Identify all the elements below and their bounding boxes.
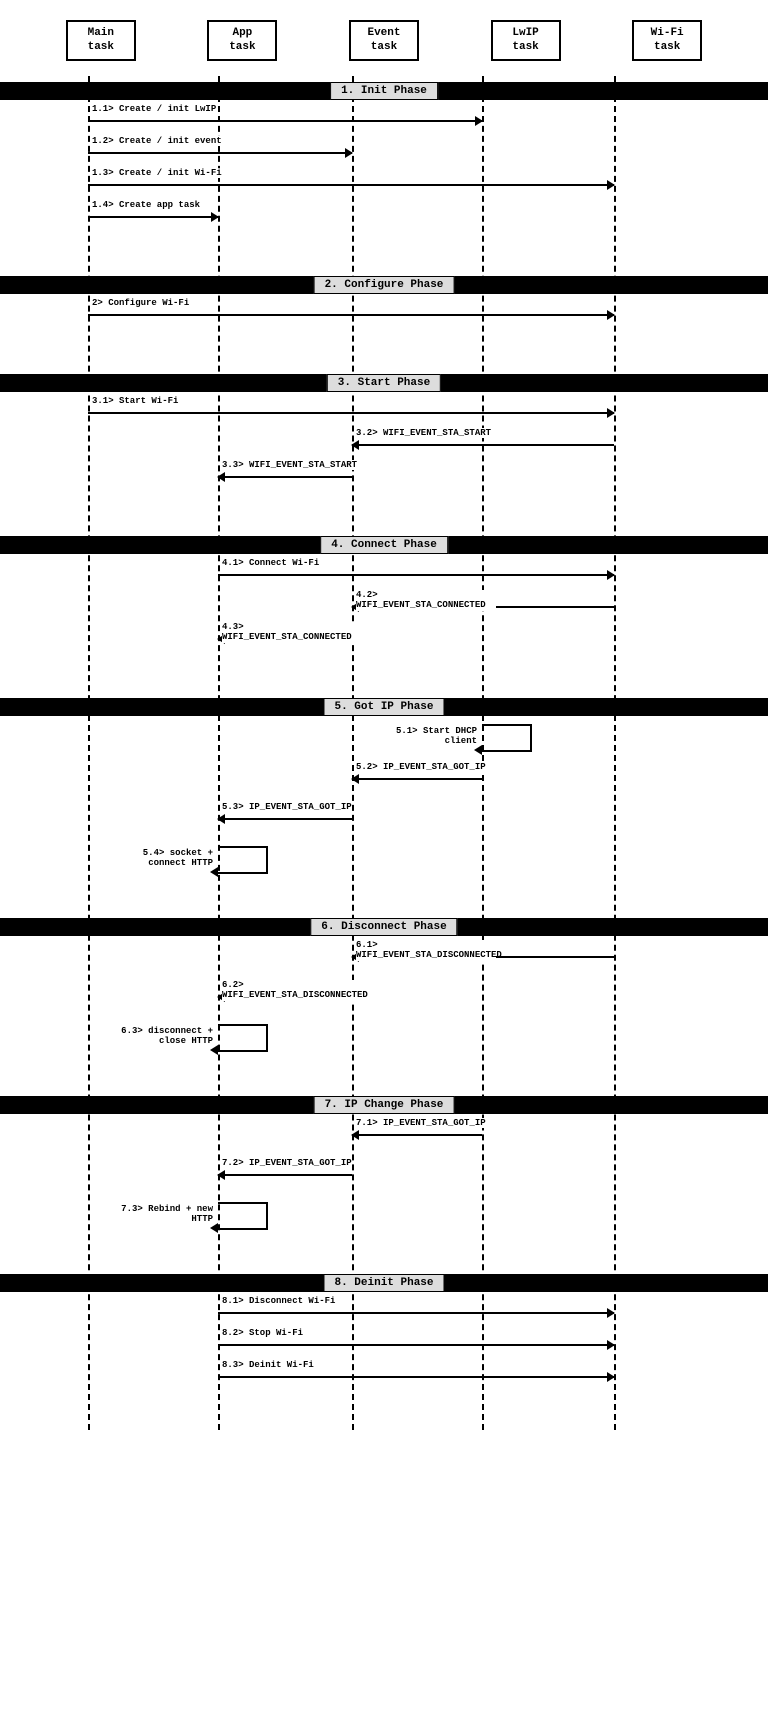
arrow-2-0: [88, 412, 614, 414]
header-main: Maintask: [66, 20, 136, 61]
arrow-7-2: [218, 1376, 614, 1378]
arrow-4-1: [352, 778, 482, 780]
msg-row-6-0: 7.1> IP_EVENT_STA_GOT_IP: [0, 1122, 768, 1154]
msg-label-0-2: 1.3> Create / init Wi-Fi: [92, 168, 222, 179]
phase-label-7: 8. Deinit Phase: [323, 1274, 444, 1292]
arrow-0-1: [88, 152, 352, 154]
phase-bar-0: 1. Init Phase: [0, 82, 768, 100]
arrow-0-3: [88, 216, 218, 218]
arrow-7-1: [218, 1344, 614, 1346]
msg-row-3-2: 4.3> WIFI_EVENT_STA_CONNECTED: [0, 626, 768, 658]
arrow-2-2: [218, 476, 352, 478]
phase-bar-5: 6. Disconnect Phase: [0, 918, 768, 936]
self-arrow-6-2: [218, 1202, 268, 1230]
msg-label-4-0: 5.1> Start DHCP client: [372, 726, 477, 748]
msg-label-4-2: 5.3> IP_EVENT_STA_GOT_IP: [222, 802, 352, 813]
msg-label-4-3: 5.4> socket + connect HTTP: [108, 848, 213, 870]
phase-label-1: 2. Configure Phase: [314, 276, 455, 294]
header-event: Eventtask: [349, 20, 419, 61]
sequence-diagram: Maintask Apptask Eventtask LwIPtask Wi-F…: [0, 0, 768, 1440]
phase-bar-3: 4. Connect Phase: [0, 536, 768, 554]
msg-label-1-0: 2> Configure Wi-Fi: [92, 298, 189, 309]
arrow-6-1: [218, 1174, 352, 1176]
msg-label-2-1: 3.2> WIFI_EVENT_STA_START: [356, 428, 491, 439]
msg-label-6-2: 7.3> Rebind + new HTTP: [108, 1204, 213, 1226]
msg-label-4-1: 5.2> IP_EVENT_STA_GOT_IP: [356, 762, 486, 773]
header-app: Apptask: [207, 20, 277, 61]
msg-label-7-1: 8.2> Stop Wi-Fi: [222, 1328, 303, 1339]
arrow-1-0: [88, 314, 614, 316]
arrow-6-0: [352, 1134, 482, 1136]
phase-label-0: 1. Init Phase: [330, 82, 438, 100]
msg-row-7-1: 8.2> Stop Wi-Fi: [0, 1332, 768, 1364]
msg-label-7-0: 8.1> Disconnect Wi-Fi: [222, 1296, 335, 1307]
phase-label-3: 4. Connect Phase: [320, 536, 448, 554]
phase-label-4: 5. Got IP Phase: [323, 698, 444, 716]
msg-label-0-0: 1.1> Create / init LwIP: [92, 104, 216, 115]
msg-row-3-1: 4.2> WIFI_EVENT_STA_CONNECTED: [0, 594, 768, 626]
msg-row-6-1: 7.2> IP_EVENT_STA_GOT_IP: [0, 1162, 768, 1194]
msg-label-6-1: 7.2> IP_EVENT_STA_GOT_IP: [222, 1158, 352, 1169]
msg-label-0-3: 1.4> Create app task: [92, 200, 200, 211]
phase-label-6: 7. IP Change Phase: [314, 1096, 455, 1114]
msg-row-4-1: 5.2> IP_EVENT_STA_GOT_IP: [0, 766, 768, 798]
phase-bar-2: 3. Start Phase: [0, 374, 768, 392]
msg-label-2-0: 3.1> Start Wi-Fi: [92, 396, 178, 407]
msg-row-1-0: 2> Configure Wi-Fi: [0, 302, 768, 334]
sequence-body: 1. Init Phase 1.1> Create / init LwIP 1.2>…: [0, 76, 768, 1430]
self-arrow-4-3: [218, 846, 268, 874]
msg-label-3-2: 4.3> WIFI_EVENT_STA_CONNECTED: [222, 622, 362, 644]
arrow-3-0: [218, 574, 614, 576]
header-wifi: Wi-Fitask: [632, 20, 702, 61]
phase-bar-6: 7. IP Change Phase: [0, 1096, 768, 1114]
msg-row-2-2: 3.3> WIFI_EVENT_STA_START: [0, 464, 768, 496]
phase-bar-1: 2. Configure Phase: [0, 276, 768, 294]
phase-label-5: 6. Disconnect Phase: [310, 918, 457, 936]
arrow-2-1: [352, 444, 614, 446]
msg-label-0-1: 1.2> Create / init event: [92, 136, 222, 147]
self-arrow-4-0: [482, 724, 532, 752]
msg-label-5-0: 6.1> WIFI_EVENT_STA_DISCONNECTED: [356, 940, 496, 962]
msg-row-0-3: 1.4> Create app task: [0, 204, 768, 236]
msg-label-2-2: 3.3> WIFI_EVENT_STA_START: [222, 460, 357, 471]
arrow-4-2: [218, 818, 352, 820]
headers-row: Maintask Apptask Eventtask LwIPtask Wi-F…: [0, 10, 768, 71]
arrow-0-2: [88, 184, 614, 186]
arrow-0-0: [88, 120, 482, 122]
msg-label-5-1: 6.2> WIFI_EVENT_STA_DISCONNECTED: [222, 980, 362, 1002]
msg-label-7-2: 8.3> Deinit Wi-Fi: [222, 1360, 314, 1371]
arrow-7-0: [218, 1312, 614, 1314]
phase-bar-4: 5. Got IP Phase: [0, 698, 768, 716]
msg-row-7-2: 8.3> Deinit Wi-Fi: [0, 1364, 768, 1396]
msg-row-7-0: 8.1> Disconnect Wi-Fi: [0, 1300, 768, 1332]
msg-row-4-2: 5.3> IP_EVENT_STA_GOT_IP: [0, 806, 768, 838]
msg-row-2-1: 3.2> WIFI_EVENT_STA_START: [0, 432, 768, 464]
msg-label-6-0: 7.1> IP_EVENT_STA_GOT_IP: [356, 1118, 486, 1129]
msg-row-4-3: 5.4> socket + connect HTTP: [0, 846, 768, 878]
phase-label-2: 3. Start Phase: [327, 374, 441, 392]
msg-row-5-0: 6.1> WIFI_EVENT_STA_DISCONNECTED: [0, 944, 768, 976]
msg-row-5-2: 6.3> disconnect + close HTTP: [0, 1024, 768, 1056]
msg-row-5-1: 6.2> WIFI_EVENT_STA_DISCONNECTED: [0, 984, 768, 1016]
self-arrow-5-2: [218, 1024, 268, 1052]
msg-label-5-2: 6.3> disconnect + close HTTP: [108, 1026, 213, 1048]
msg-row-4-0: 5.1> Start DHCP client: [0, 724, 768, 756]
header-lwip: LwIPtask: [491, 20, 561, 61]
msg-label-3-0: 4.1> Connect Wi-Fi: [222, 558, 319, 569]
msg-label-3-1: 4.2> WIFI_EVENT_STA_CONNECTED: [356, 590, 496, 612]
phase-bar-7: 8. Deinit Phase: [0, 1274, 768, 1292]
msg-row-6-2: 7.3> Rebind + new HTTP: [0, 1202, 768, 1234]
